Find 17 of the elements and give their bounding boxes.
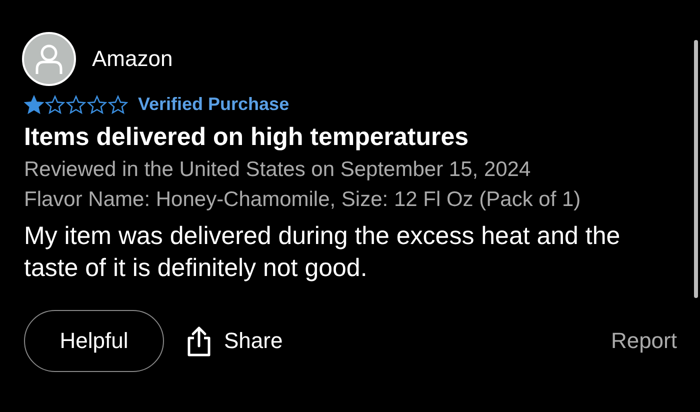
person-icon (34, 43, 64, 75)
verified-purchase-label: Verified Purchase (138, 94, 290, 115)
helpful-button[interactable]: Helpful (24, 310, 164, 372)
review-text: My item was delivered during the excess heat and the taste of it is definitely not good. (24, 221, 622, 284)
star-icon (66, 94, 86, 114)
star-icon (87, 94, 107, 114)
product-variant: Flavor Name: Honey-Chamomile, Size: 12 Fl Oz (Pack of 1) (24, 188, 582, 212)
share-icon (186, 325, 212, 357)
report-link[interactable]: Report (610, 328, 677, 354)
star-icon (108, 94, 128, 114)
share-button[interactable]: Share (186, 325, 283, 357)
star-icon (24, 94, 44, 114)
review-date: Reviewed in the United States on September 15, 2024 (24, 158, 532, 182)
star-icon (45, 94, 65, 114)
scrollbar[interactable] (694, 40, 698, 298)
reviewer-name: Amazon (92, 46, 173, 72)
review-title: Items delivered on high temperatures (24, 123, 470, 152)
